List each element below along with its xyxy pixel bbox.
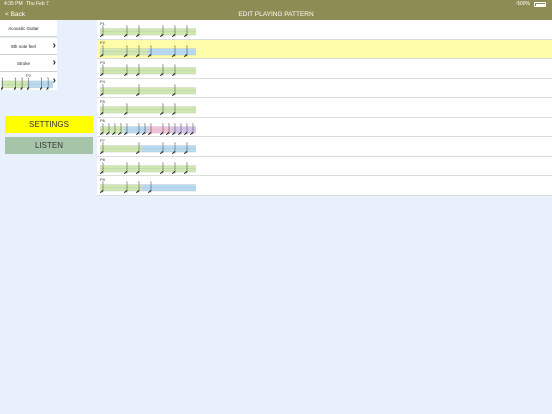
battery-icon — [534, 2, 546, 7]
pattern-preview — [100, 25, 196, 37]
nav-bar: < Back EDIT PLAYING PATTERN — [0, 8, 552, 20]
pattern-row[interactable]: P9 — [97, 176, 552, 196]
pattern-row[interactable]: P7 — [97, 137, 552, 157]
pattern-preview — [100, 103, 196, 115]
battery-percent: 100% — [517, 1, 530, 7]
page-title: EDIT PLAYING PATTERN — [238, 10, 314, 18]
pattern-row[interactable]: P2 — [97, 39, 552, 59]
chevron-right-icon: › — [52, 75, 56, 86]
sidebar-item-feel[interactable]: 8th note feel › — [0, 37, 57, 55]
status-time: 4:35 PM — [4, 1, 23, 7]
sidebar-item-label: 8th note feel — [11, 43, 36, 49]
status-date: Thu Feb 7 — [26, 1, 49, 7]
pattern-row[interactable]: P3 — [97, 59, 552, 79]
pattern-preview — [100, 44, 196, 57]
pattern-row[interactable]: P4 — [97, 78, 552, 98]
sidebar-item-label: Acoustic Guitar — [8, 26, 39, 31]
pattern-row[interactable]: P8 — [97, 156, 552, 176]
sidebar-item-label: Stroke — [16, 61, 30, 66]
pattern-preview — [100, 181, 196, 193]
pattern-row[interactable]: P1 — [97, 20, 552, 40]
pattern-preview — [100, 161, 196, 174]
status-bar: 4:35 PM Thu Feb 7 ◠ 100% — [0, 0, 552, 8]
sidebar-current-pattern[interactable]: P2 › — [0, 72, 57, 90]
listen-button[interactable]: LISTEN — [5, 137, 93, 154]
sidebar-item-instrument[interactable]: Acoustic Guitar — [0, 20, 57, 37]
current-pattern-preview — [1, 77, 53, 90]
sidebar-item-stroke[interactable]: Stroke › — [0, 55, 57, 72]
pattern-preview — [100, 122, 196, 135]
chevron-right-icon: › — [52, 57, 56, 68]
chevron-right-icon: › — [52, 39, 56, 51]
pattern-preview — [100, 64, 196, 76]
pattern-row[interactable]: P5 — [97, 98, 552, 118]
pattern-row[interactable]: P6 — [97, 117, 552, 137]
pattern-preview — [100, 142, 196, 154]
pattern-preview — [100, 83, 196, 96]
settings-button[interactable]: SETTINGS — [5, 116, 93, 133]
sidebar: Acoustic Guitar 8th note feel › Stroke ›… — [0, 20, 97, 414]
